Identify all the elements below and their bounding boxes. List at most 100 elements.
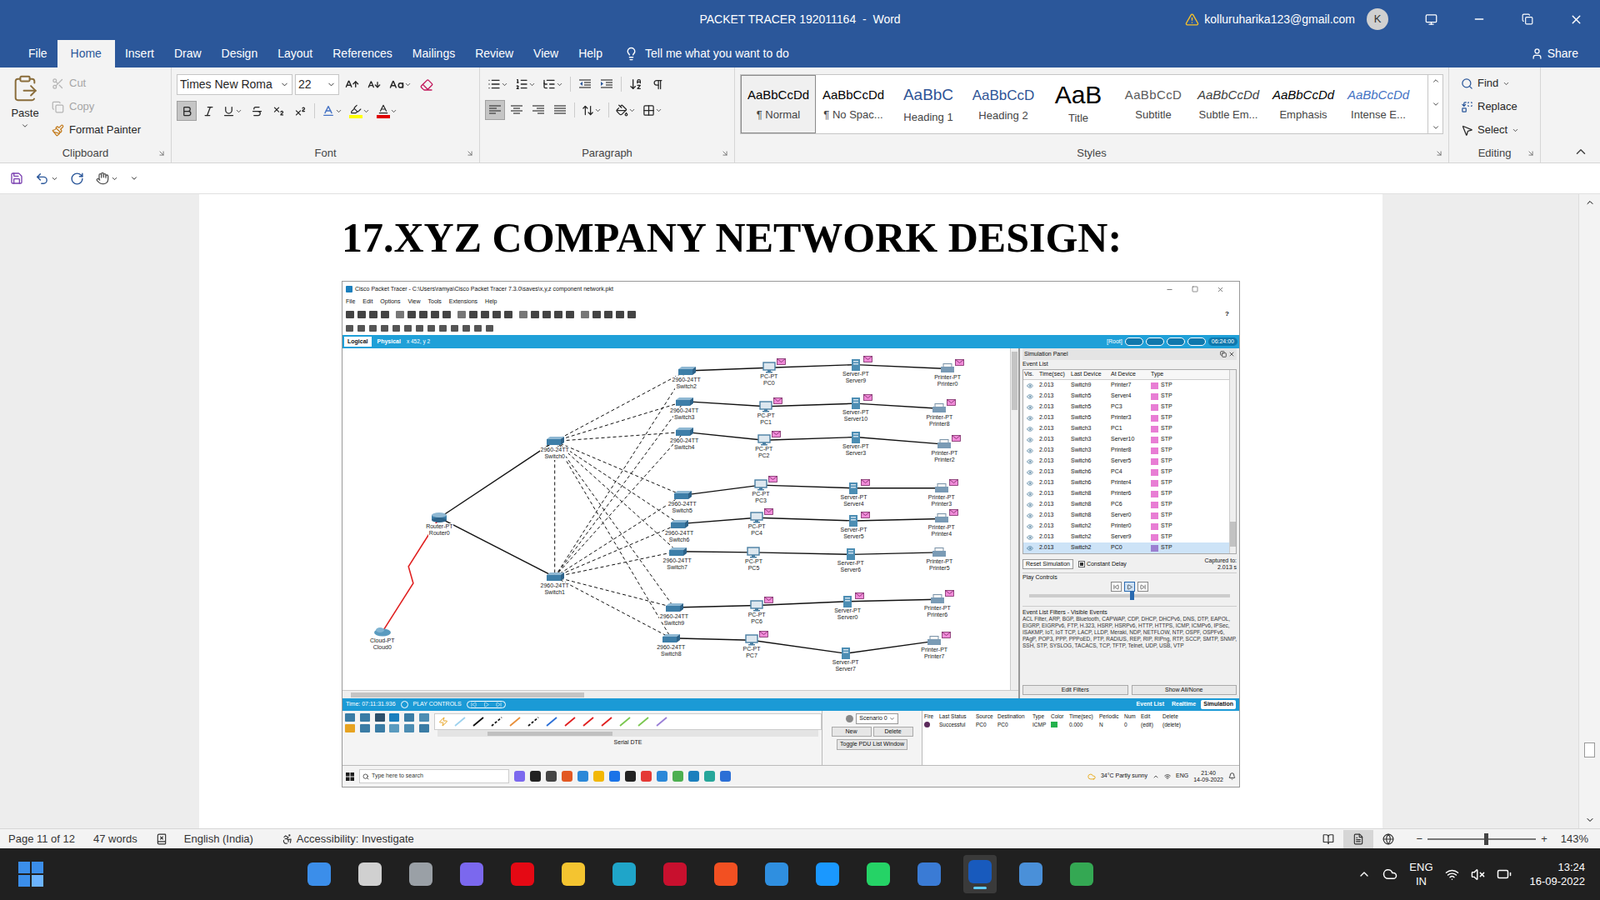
event-row[interactable]: 2.013Switch2Server9STP (1023, 531, 1230, 543)
straight-link[interactable] (753, 552, 850, 555)
straight-link[interactable] (677, 551, 755, 553)
line-spacing-button[interactable] (579, 100, 605, 120)
straight-link[interactable] (679, 517, 757, 524)
share-button[interactable]: Share (1530, 40, 1600, 68)
style-item[interactable]: AaBbCcDdSubtle Em... (1190, 75, 1266, 134)
visible-icon[interactable] (1026, 523, 1034, 530)
dialog-launcher-icon[interactable] (1435, 149, 1444, 158)
taskbar-app-icon[interactable] (625, 770, 636, 782)
taskbar-app[interactable] (861, 855, 895, 894)
visible-icon[interactable] (1026, 436, 1034, 444)
network-device[interactable]: Server-PTServer5 (831, 515, 875, 540)
tool-icon[interactable] (565, 310, 575, 319)
view-button[interactable] (1373, 830, 1404, 849)
onedrive-icon[interactable] (1382, 866, 1398, 882)
tool-icon[interactable] (627, 310, 636, 319)
windows-logo-icon[interactable] (345, 772, 355, 781)
tool-icon[interactable] (450, 325, 459, 332)
event-row[interactable]: 2.013Switch3Printer8STP (1023, 445, 1230, 456)
taskbar-app[interactable] (404, 855, 438, 894)
ribbon-tab[interactable]: View (523, 40, 569, 68)
close-button[interactable] (1551, 0, 1600, 39)
network-device[interactable]: Cloud-PTCloud0 (360, 625, 405, 651)
close-icon[interactable] (1216, 285, 1225, 294)
tool-icon[interactable] (345, 310, 355, 319)
crossover-link[interactable] (555, 401, 685, 578)
menu-item[interactable]: View (407, 297, 420, 307)
style-item[interactable]: AaBbCcDdIntense E... (1340, 75, 1416, 134)
highlight-button[interactable] (346, 100, 373, 121)
minimize-button[interactable] (1455, 0, 1504, 39)
tool-icon[interactable] (504, 310, 513, 319)
tool-icon[interactable] (592, 310, 601, 319)
maximize-icon[interactable] (1191, 285, 1199, 293)
dialog-launcher-icon[interactable] (1526, 149, 1535, 158)
customize-icon[interactable] (130, 174, 139, 183)
toggle-pdu-button[interactable]: Toggle PDU List Window (836, 739, 908, 750)
ribbon-tab[interactable]: Mailings (402, 40, 465, 68)
connection-type-icon[interactable] (618, 715, 632, 728)
shading-button[interactable] (613, 100, 639, 120)
style-item[interactable]: AaBTitle (1040, 75, 1116, 134)
device-category-icon[interactable] (345, 724, 355, 733)
dialog-launcher-icon[interactable] (465, 149, 475, 158)
change-case-button[interactable] (386, 75, 415, 95)
proofing-icon[interactable] (155, 833, 168, 845)
text-effects-button[interactable] (319, 100, 345, 121)
taskbar-app-icon[interactable] (561, 770, 573, 782)
reset-simulation-button[interactable]: Reset Simulation (1022, 559, 1074, 570)
show-all-button[interactable]: Show All/None (1131, 685, 1238, 695)
strip-button[interactable] (1145, 337, 1165, 346)
tool-icon[interactable] (395, 310, 405, 319)
network-device[interactable]: PC-PTPC7 (730, 634, 774, 660)
bold-button[interactable] (176, 100, 197, 121)
network-device[interactable]: 2960-24TTSwitch1 (533, 570, 577, 596)
language[interactable]: English (India) (184, 830, 254, 848)
visible-icon[interactable] (1026, 480, 1034, 487)
ribbon-tab[interactable]: Layout (267, 40, 323, 68)
tool-icon[interactable] (380, 325, 389, 332)
wifi-icon[interactable] (1445, 867, 1460, 882)
network-device[interactable]: PC-PTPC2 (742, 434, 786, 460)
scenario-button[interactable]: New (831, 726, 872, 738)
account-email[interactable]: kolluruharika123@gmail.com (1204, 10, 1355, 29)
clock[interactable]: 13:2416-09-2022 (1530, 860, 1586, 889)
sort-button[interactable] (625, 74, 646, 95)
taskbar-app[interactable] (760, 855, 794, 894)
tool-icon[interactable] (369, 310, 378, 319)
tool-icon[interactable] (554, 310, 563, 319)
network-device[interactable]: 2960-24TTSwitch8 (649, 632, 693, 658)
network-device[interactable]: Printer-PTPrinter7 (912, 635, 956, 660)
visible-icon[interactable] (1026, 501, 1034, 509)
collapse-ribbon-icon[interactable] (1573, 144, 1589, 160)
event-row[interactable]: 2.013Switch5Server4STP (1023, 390, 1230, 402)
restore-button[interactable] (1503, 0, 1552, 39)
device-category-icon[interactable] (419, 713, 430, 722)
pdu-row[interactable]: SuccessfulPC0PC0ICMP0.000N0(edit)(delete… (924, 720, 1238, 730)
visible-icon[interactable] (1026, 545, 1034, 552)
tool-icon[interactable] (419, 310, 428, 319)
network-device[interactable]: 2960-24TTSwitch3 (662, 395, 706, 421)
connection-type-icon[interactable] (471, 715, 485, 728)
taskbar-app-icon[interactable] (672, 770, 684, 782)
wifi-icon[interactable] (1164, 773, 1171, 780)
network-device[interactable]: Printer-PTPrinter5 (917, 546, 961, 572)
column-header[interactable]: Last Device (1070, 370, 1110, 380)
visible-icon[interactable] (1026, 415, 1034, 422)
straight-link[interactable] (855, 403, 940, 409)
tool-icon[interactable] (380, 310, 390, 319)
grow-font-button[interactable] (341, 75, 362, 95)
strikethrough-button[interactable] (246, 100, 267, 121)
numbering-button[interactable] (512, 74, 539, 95)
dropdown-icon[interactable] (280, 80, 290, 90)
zoom-in[interactable]: + (1540, 830, 1548, 848)
tool-icon[interactable] (604, 310, 613, 319)
language[interactable]: ENG (1175, 771, 1189, 781)
crossover-link[interactable] (555, 551, 678, 578)
tool-icon[interactable] (357, 310, 366, 319)
borders-button[interactable] (640, 100, 665, 120)
event-row[interactable]: 2.013Switch2Printer0STP (1023, 520, 1230, 532)
crossover-link[interactable] (555, 431, 685, 441)
device-category-icon[interactable] (404, 713, 415, 722)
align-center-button[interactable] (506, 100, 527, 120)
